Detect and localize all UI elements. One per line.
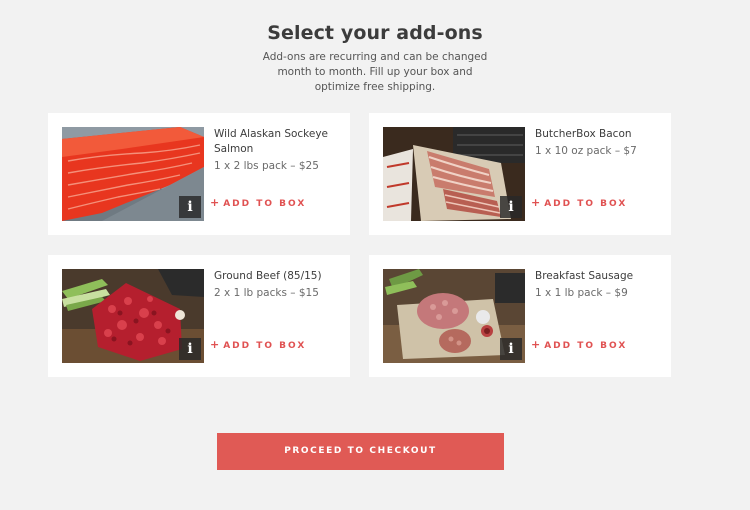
page-title: Select your add-ons (267, 22, 483, 44)
add-to-box-label: ADD TO BOX (223, 199, 307, 209)
page-subtitle: Add-ons are recurring and can be changed… (262, 51, 488, 93)
plus-icon: + (531, 196, 541, 209)
salmon-image: i (62, 127, 204, 221)
add-to-box-label: ADD TO BOX (544, 199, 628, 209)
plus-icon: + (210, 196, 220, 209)
plus-icon: + (210, 338, 220, 351)
bacon-image: i (383, 127, 525, 221)
add-to-box-button[interactable]: + ADD TO BOX (210, 338, 306, 351)
add-to-box-button[interactable]: + ADD TO BOX (531, 338, 627, 351)
product-description: 2 x 1 lb packs – $15 (214, 287, 319, 299)
product-description: 1 x 10 oz pack – $7 (535, 145, 637, 157)
product-name: ButcherBox Bacon (535, 128, 632, 140)
product-description: 1 x 2 lbs pack – $25 (214, 160, 319, 172)
product-card-ground-beef: i Ground Beef (85/15) 2 x 1 lb packs – $… (48, 255, 350, 377)
product-name: Wild Alaskan Sockeye Salmon (214, 128, 329, 155)
info-button[interactable]: i (179, 338, 201, 360)
add-to-box-label: ADD TO BOX (544, 341, 628, 351)
info-button[interactable]: i (500, 338, 522, 360)
breakfast-sausage-image: i (383, 269, 525, 363)
add-ons-header: Select your add-ons Add-ons are recurrin… (0, 22, 750, 95)
product-card-salmon: i Wild Alaskan Sockeye Salmon 1 x 2 lbs … (48, 113, 350, 235)
proceed-to-checkout-button[interactable]: PROCEED TO CHECKOUT (217, 433, 504, 470)
info-button[interactable]: i (179, 196, 201, 218)
product-name: Ground Beef (85/15) (214, 270, 322, 282)
add-to-box-button[interactable]: + ADD TO BOX (531, 196, 627, 209)
add-to-box-button[interactable]: + ADD TO BOX (210, 196, 306, 209)
product-card-bacon: i ButcherBox Bacon 1 x 10 oz pack – $7 +… (369, 113, 671, 235)
ground-beef-image: i (62, 269, 204, 363)
product-name: Breakfast Sausage (535, 270, 634, 282)
product-description: 1 x 1 lb pack – $9 (535, 287, 628, 299)
add-to-box-label: ADD TO BOX (223, 341, 307, 351)
plus-icon: + (531, 338, 541, 351)
info-button[interactable]: i (500, 196, 522, 218)
product-card-breakfast-sausage: i Breakfast Sausage 1 x 1 lb pack – $9 +… (369, 255, 671, 377)
